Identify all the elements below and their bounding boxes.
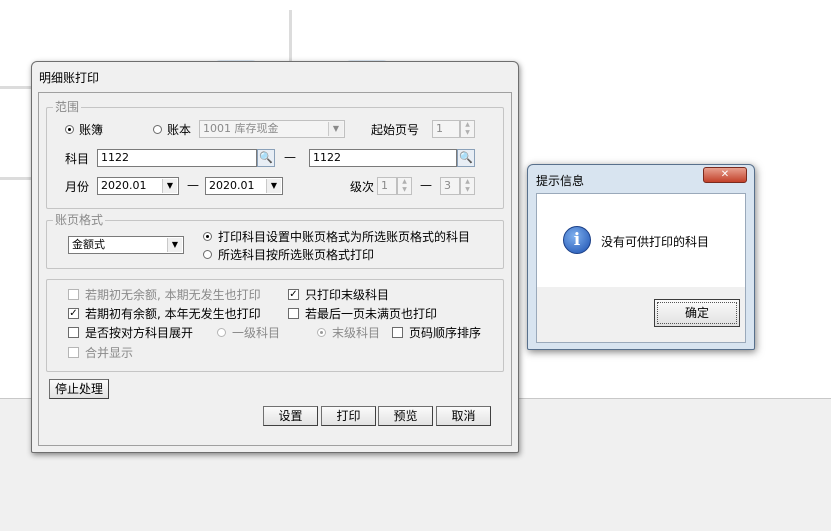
level-to-input[interactable]: 3	[440, 177, 460, 195]
format-option1-radio[interactable]	[203, 232, 212, 241]
format-option1-label: 打印科目设置中账页格式为所选账页格式的科目	[218, 230, 471, 244]
page-order-checkbox[interactable]	[392, 327, 403, 338]
subject-label: 科目	[65, 152, 90, 166]
format-legend: 账页格式	[53, 213, 106, 227]
message-box-title: 提示信息	[536, 174, 585, 188]
ledger-print-dialog: 明细账打印 范围 账簿 账本 1001 库存现金 ▼ 起始页号 1 ▲ ▼ 科目 …	[31, 61, 519, 453]
close-icon[interactable]: ✕	[703, 167, 747, 183]
stop-processing-button[interactable]: 停止处理	[49, 379, 109, 399]
level-from-spinner[interactable]: ▲ ▼	[397, 177, 412, 195]
message-box-body: i 没有可供打印的科目 确定	[536, 193, 746, 343]
month-label: 月份	[65, 180, 90, 194]
month-from-select[interactable]: 2020.01 ▼	[97, 177, 179, 195]
book-select-value: 1001 库存现金	[203, 122, 279, 135]
info-message-box: 提示信息 ✕ i 没有可供打印的科目 确定	[527, 164, 755, 350]
merge-display-checkbox[interactable]	[68, 347, 79, 358]
last-page-checkbox[interactable]	[288, 308, 299, 319]
dialog-content: 范围 账簿 账本 1001 库存现金 ▼ 起始页号 1 ▲ ▼ 科目 1122 🔍…	[38, 92, 512, 446]
settings-button[interactable]: 设置	[263, 406, 318, 426]
chevron-down-icon: ▼	[328, 122, 343, 136]
month-to-select[interactable]: 2020.01 ▼	[205, 177, 283, 195]
format-select[interactable]: 金额式 ▼	[68, 236, 184, 254]
no-balance-label: 若期初无余额, 本期无发生也打印	[85, 288, 261, 302]
start-page-label: 起始页号	[371, 123, 420, 137]
range-legend: 范围	[53, 100, 82, 114]
subject-to-search-icon[interactable]: 🔍	[457, 149, 475, 167]
options-group: 若期初无余额, 本期无发生也打印 ✓ 只打印末级科目 ✓ 若期初有余额, 本年无…	[46, 279, 504, 372]
month-from-value: 2020.01	[101, 179, 147, 192]
level-label: 级次	[350, 180, 375, 194]
month-to-value: 2020.01	[209, 179, 255, 192]
start-page-spinner[interactable]: ▲ ▼	[460, 120, 475, 138]
expand-contra-checkbox[interactable]	[68, 327, 79, 338]
last-level-radio-label: 末级科目	[332, 326, 381, 340]
cancel-button[interactable]: 取消	[436, 406, 491, 426]
page-order-label: 页码顺序排序	[409, 326, 482, 340]
subject-from-search-icon[interactable]: 🔍	[257, 149, 275, 167]
subject-range-dash: —	[284, 150, 296, 164]
format-select-value: 金额式	[72, 238, 105, 251]
merge-display-label: 合并显示	[85, 346, 134, 360]
expand-contra-label: 是否按对方科目展开	[85, 326, 194, 340]
last-level-only-label: 只打印末级科目	[305, 288, 390, 302]
format-option2-radio[interactable]	[203, 250, 212, 259]
level-range-dash: —	[420, 178, 432, 192]
last-level-only-checkbox[interactable]: ✓	[288, 289, 299, 300]
book-select[interactable]: 1001 库存现金 ▼	[199, 120, 345, 138]
message-text: 没有可供打印的科目	[601, 235, 710, 249]
ok-button[interactable]: 确定	[654, 299, 740, 327]
month-range-dash: —	[187, 178, 199, 192]
dialog-title: 明细账打印	[39, 71, 100, 85]
chevron-down-icon: ▼	[162, 179, 177, 193]
level-to-spinner[interactable]: ▲ ▼	[460, 177, 475, 195]
start-page-input[interactable]: 1	[432, 120, 460, 138]
format-group: 账页格式 金额式 ▼ 打印科目设置中账页格式为所选账页格式的科目 所选科目按所选…	[46, 213, 504, 269]
has-balance-checkbox[interactable]: ✓	[68, 308, 79, 319]
info-icon: i	[563, 226, 591, 254]
first-level-label: 一级科目	[232, 326, 281, 340]
subject-to-input[interactable]: 1122	[309, 149, 457, 167]
has-balance-label: 若期初有余额, 本年无发生也打印	[85, 307, 261, 321]
chevron-down-icon: ▼	[266, 179, 281, 193]
subject-from-input[interactable]: 1122	[97, 149, 257, 167]
preview-button[interactable]: 预览	[378, 406, 433, 426]
level-from-input[interactable]: 1	[377, 177, 397, 195]
print-button[interactable]: 打印	[321, 406, 376, 426]
no-balance-checkbox[interactable]	[68, 289, 79, 300]
chevron-down-icon: ▼	[167, 238, 182, 252]
book-radio[interactable]	[153, 125, 162, 134]
last-page-label: 若最后一页未满页也打印	[305, 307, 438, 321]
ledger-radio[interactable]	[65, 125, 74, 134]
first-level-radio[interactable]	[217, 328, 226, 337]
format-option2-label: 所选科目按所选账页格式打印	[218, 248, 375, 262]
book-radio-label: 账本	[167, 123, 192, 137]
last-level-radio[interactable]	[317, 328, 326, 337]
ledger-radio-label: 账簿	[79, 123, 104, 137]
range-group: 范围 账簿 账本 1001 库存现金 ▼ 起始页号 1 ▲ ▼ 科目 1122 🔍…	[46, 100, 504, 209]
